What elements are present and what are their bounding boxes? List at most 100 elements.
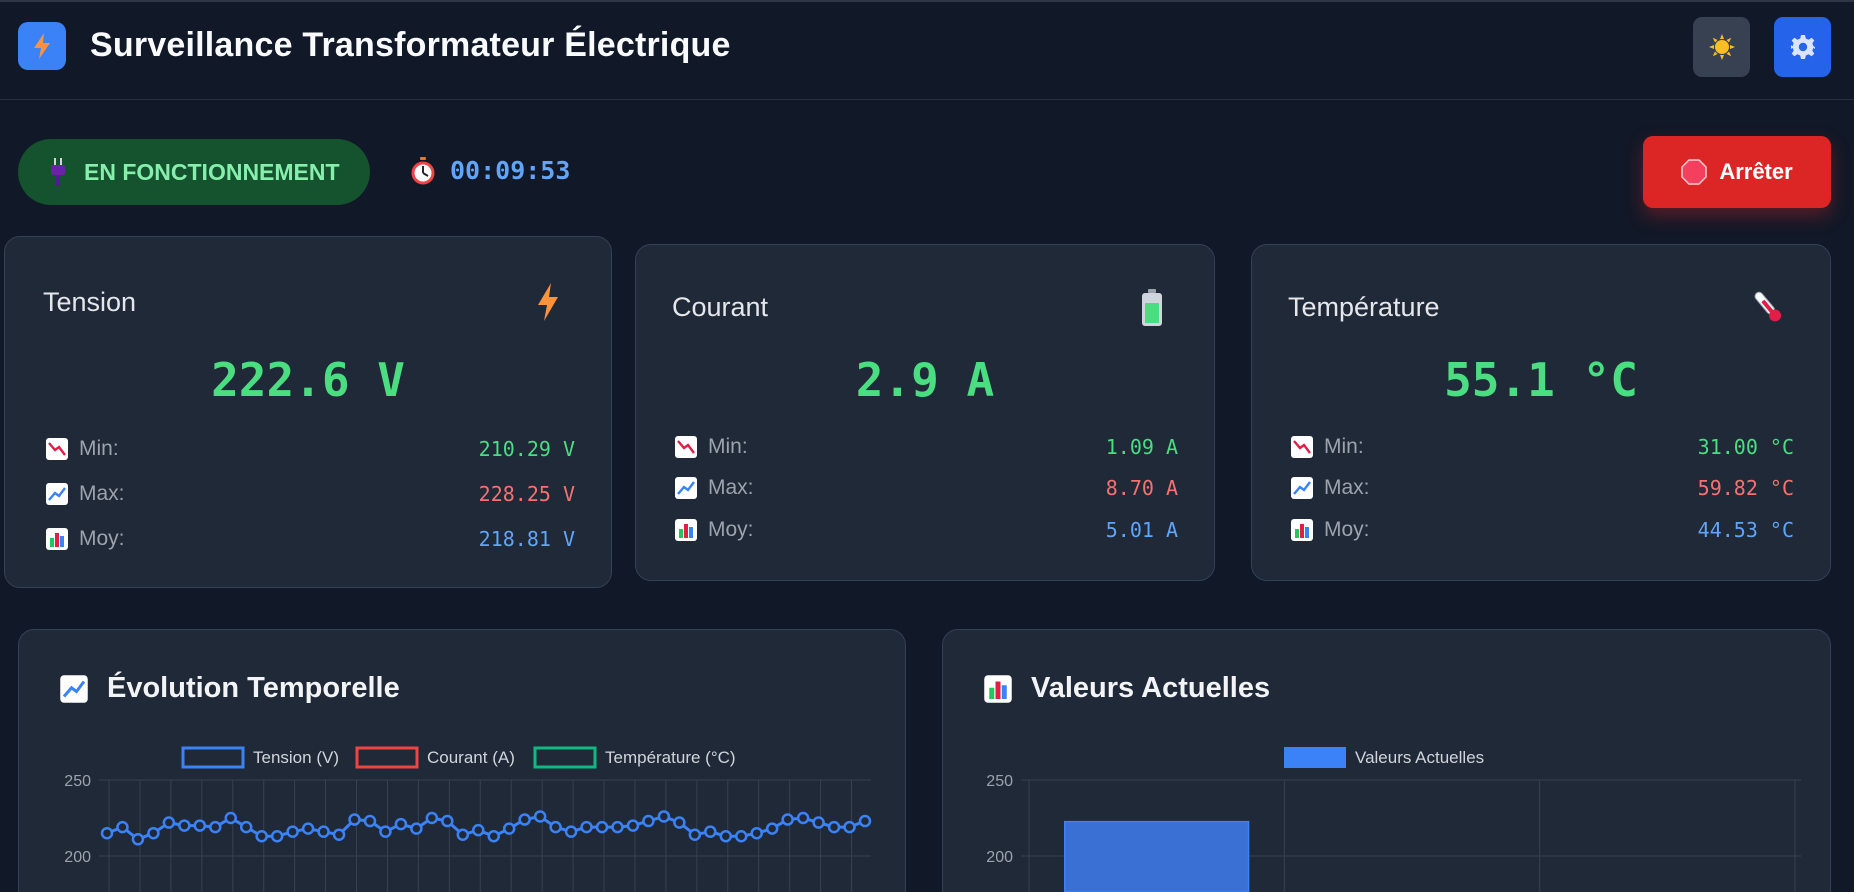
temperature-avg: 44.53 °C <box>1697 518 1794 542</box>
courant-min: 1.09 A <box>1105 435 1178 459</box>
data-point <box>100 826 114 840</box>
avg-label: Moy: <box>79 527 125 550</box>
tension-card: Tension 222.6 V Min: 210.29 V Max: 228.2… <box>4 236 612 588</box>
min-label: Min: <box>79 437 119 460</box>
data-point <box>673 816 686 829</box>
data-point <box>518 813 531 826</box>
data-point <box>410 822 423 835</box>
courant-max-row: Max: 8.70 A <box>674 473 1178 503</box>
battery-icon <box>1142 289 1162 326</box>
legend-label: Température (°C) <box>605 748 736 767</box>
data-point <box>193 819 207 832</box>
max-label: Max: <box>1324 476 1370 499</box>
current-values-bar-chart[interactable]: Valeurs Actuelles 250 200 <box>943 630 1831 892</box>
data-point <box>564 825 578 838</box>
chart-decreasing-icon <box>1291 436 1313 458</box>
chart-decreasing-icon <box>675 436 697 458</box>
avg-label: Moy: <box>708 518 754 541</box>
tension-avg: 218.81 V <box>478 527 575 551</box>
data-point <box>131 833 145 846</box>
stop-button[interactable]: Arrêter <box>1643 136 1831 208</box>
lightning-icon <box>538 283 558 321</box>
data-point <box>456 828 470 841</box>
data-point <box>626 819 640 832</box>
elapsed-time: 00:09:53 <box>450 156 571 185</box>
temperature-avg-row: Moy: 44.53 °C <box>1290 515 1794 545</box>
data-point <box>394 817 408 831</box>
app-logo <box>18 22 66 70</box>
y-tick-label: 250 <box>64 773 91 790</box>
tension-min: 210.29 V <box>478 437 575 461</box>
tension-min-row: Min: 210.29 V <box>45 434 575 464</box>
bar-chart-icon <box>675 519 697 541</box>
stop-button-label: Arrêter <box>1719 159 1793 184</box>
y-tick-label: 200 <box>986 849 1013 866</box>
legend-swatch <box>355 746 419 769</box>
data-point <box>332 828 346 841</box>
data-point <box>301 822 315 835</box>
bar-chart-icon <box>1291 519 1313 541</box>
bar-tension <box>1063 820 1250 892</box>
data-point <box>147 826 160 840</box>
max-label: Max: <box>79 482 125 505</box>
legend-swatch <box>181 746 245 769</box>
courant-avg: 5.01 A <box>1105 518 1178 542</box>
data-point <box>363 814 377 828</box>
data-point <box>286 825 299 838</box>
data-point <box>688 828 702 841</box>
data-point <box>425 811 439 825</box>
courant-min-row: Min: 1.09 A <box>674 432 1178 462</box>
min-label: Min: <box>708 435 748 458</box>
tension-value: 222.6 V <box>211 353 405 407</box>
lightning-icon <box>34 33 50 59</box>
max-label: Max: <box>708 476 754 499</box>
sun-icon <box>1708 34 1735 60</box>
min-label: Min: <box>1324 435 1364 458</box>
thermometer-icon <box>1754 291 1782 322</box>
data-point <box>611 820 624 834</box>
temperature-title: Température <box>1288 292 1440 322</box>
data-point <box>162 816 176 829</box>
app-title: Surveillance Transformateur Électrique <box>90 26 731 64</box>
courant-max: 8.70 A <box>1105 476 1178 500</box>
tension-max-row: Max: 228.25 V <box>45 479 575 509</box>
status-badge: EN FONCTIONNEMENT <box>18 139 370 205</box>
settings-button[interactable] <box>1774 17 1831 77</box>
temperature-min: 31.00 °C <box>1697 435 1794 459</box>
gear-icon <box>1790 35 1815 59</box>
legend-label: Valeurs Actuelles <box>1355 748 1484 767</box>
legend-label: Tension (V) <box>253 748 339 767</box>
data-point <box>642 814 655 828</box>
data-point <box>487 829 500 843</box>
temperature-value: 55.1 °C <box>1444 353 1638 407</box>
data-point <box>533 810 547 823</box>
chart-increasing-icon <box>675 477 697 499</box>
chart-increasing-icon <box>1291 477 1313 499</box>
temperature-max: 59.82 °C <box>1697 476 1794 500</box>
data-point <box>796 811 810 825</box>
temperature-card: Température 55.1 °C Min: 31.00 °C Max: 5… <box>1251 244 1831 581</box>
theme-toggle-button[interactable] <box>1693 17 1750 77</box>
data-point <box>595 820 609 834</box>
data-point <box>502 822 516 835</box>
data-point <box>843 820 856 834</box>
data-point <box>765 822 779 835</box>
data-point <box>178 819 191 832</box>
courant-value: 2.9 A <box>855 353 995 407</box>
legend-swatch <box>533 746 597 769</box>
evolution-line-chart[interactable]: Tension (V) Courant (A) Température (°C) 2… <box>19 630 906 892</box>
stopwatch-icon <box>411 156 435 184</box>
courant-title: Courant <box>672 292 769 322</box>
evolution-chart-card: Évolution Temporelle Tension (V) Courant … <box>18 629 906 892</box>
data-point <box>719 829 733 843</box>
data-point <box>224 811 238 825</box>
app-header: Surveillance Transformateur Électrique <box>0 0 1854 100</box>
data-point <box>116 820 129 834</box>
data-point <box>704 825 717 838</box>
tension-max: 228.25 V <box>478 482 575 506</box>
data-point <box>858 814 872 828</box>
data-point <box>441 814 454 828</box>
data-point <box>734 829 748 843</box>
data-point <box>580 820 593 834</box>
data-point <box>657 810 671 823</box>
